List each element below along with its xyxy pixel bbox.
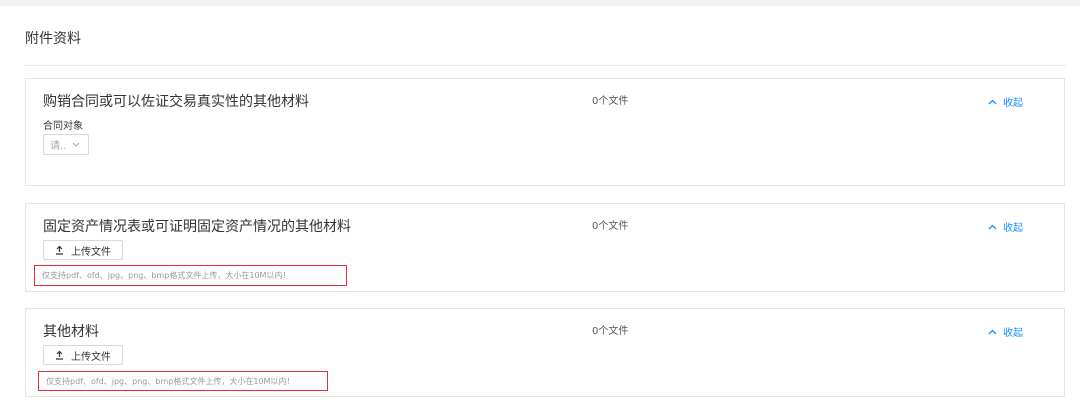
collapse-button[interactable]: 收起 (988, 219, 1023, 234)
upload-icon (56, 245, 63, 255)
contract-party-select[interactable]: 请.. (43, 134, 89, 155)
collapse-button[interactable]: 收起 (988, 324, 1023, 339)
card-title: 其他材料 (43, 324, 99, 340)
attachments-panel: 附件资料 购销合同或可以佐证交易真实性的其他材料 0个文件 收起 合同对象 请.… (0, 6, 1080, 414)
file-format-hint: 仅支持pdf、ofd、jpg、png、bmp格式文件上传，大小在10M以内！ (34, 265, 347, 286)
chevron-down-icon (72, 142, 80, 147)
upload-label: 上传文件 (71, 351, 111, 363)
divider (25, 65, 1066, 66)
collapse-label: 收起 (1003, 98, 1023, 109)
file-count: 0个文件 (592, 326, 629, 337)
collapse-label: 收起 (1003, 223, 1023, 234)
attachment-card-contract: 购销合同或可以佐证交易真实性的其他材料 0个文件 收起 合同对象 请.. (25, 78, 1065, 186)
chevron-up-icon (988, 99, 997, 104)
upload-button[interactable]: 上传文件 (43, 240, 123, 260)
upload-icon (56, 350, 63, 360)
collapse-button[interactable]: 收起 (988, 94, 1023, 109)
hint-text: 仅支持pdf、ofd、jpg、png、bmp格式文件上传，大小在10M以内！ (46, 376, 295, 386)
upload-button[interactable]: 上传文件 (43, 345, 123, 365)
chevron-up-icon (988, 224, 997, 229)
contract-party-label: 合同对象 (43, 121, 83, 132)
attachment-card-fixed-assets: 固定资产情况表或可证明固定资产情况的其他材料 0个文件 收起 上传文件 仅支持p… (25, 203, 1065, 292)
file-count: 0个文件 (592, 96, 629, 107)
card-title: 固定资产情况表或可证明固定资产情况的其他材料 (43, 219, 351, 235)
chevron-up-icon (988, 329, 997, 334)
file-count: 0个文件 (592, 221, 629, 232)
file-format-hint: 仅支持pdf、ofd、jpg、png、bmp格式文件上传，大小在10M以内！ (38, 371, 328, 391)
hint-text: 仅支持pdf、ofd、jpg、png、bmp格式文件上传，大小在10M以内！ (42, 271, 291, 280)
attachment-card-other: 其他材料 0个文件 收起 上传文件 仅支持pdf、ofd、jpg、png、bmp… (25, 308, 1065, 397)
section-title: 附件资料 (25, 31, 81, 47)
upload-label: 上传文件 (71, 246, 111, 258)
collapse-label: 收起 (1003, 328, 1023, 339)
select-placeholder: 请.. (50, 141, 67, 152)
card-title: 购销合同或可以佐证交易真实性的其他材料 (43, 94, 309, 110)
